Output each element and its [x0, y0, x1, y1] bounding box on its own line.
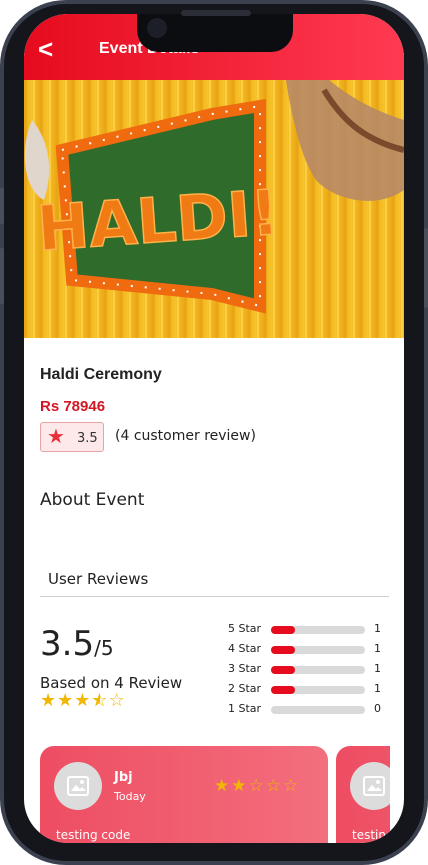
rating-bar-track: [271, 666, 365, 674]
rating-bar-row: 5 Star 1: [228, 620, 388, 640]
rating-bar-track: [271, 706, 365, 714]
camera: [147, 18, 167, 38]
rating-bar-fill: [271, 686, 295, 694]
rating-bar-label: 2 Star: [228, 682, 262, 695]
review-cards[interactable]: Jbj Today ★★☆☆☆ testing code testin: [40, 746, 390, 843]
rating-bar-row: 2 Star 1: [228, 680, 388, 700]
average-scale: /5: [94, 636, 114, 660]
rating-badge: ★ 3.5: [40, 422, 104, 452]
phone-frame: < Event Details: [0, 0, 428, 865]
rating-bar-track: [271, 686, 365, 694]
rating-bar-row: 4 Star 1: [228, 640, 388, 660]
star-icon: ★: [57, 690, 75, 711]
half-star-icon: ☆★: [91, 690, 109, 711]
divider: [40, 596, 389, 597]
review-count: (4 customer review): [115, 428, 256, 444]
phone-notch: [137, 10, 293, 52]
rating-bar-label: 5 Star: [228, 622, 262, 635]
star-icon: ★: [231, 776, 249, 796]
rating-bar-track: [271, 626, 365, 634]
star-icon: ★: [47, 424, 65, 448]
about-heading: About Event: [40, 490, 145, 510]
review-text: testing code: [56, 828, 131, 842]
rating-bar-count: 1: [374, 682, 381, 695]
rating-bar-fill: [271, 646, 295, 654]
side-button: [424, 228, 428, 308]
star-outline-icon: ☆: [108, 690, 126, 711]
avatar: [54, 762, 102, 810]
event-title: Haldi Ceremony: [40, 366, 162, 383]
star-icon: ★: [40, 690, 58, 711]
star-icon: ★: [214, 776, 232, 796]
rating-bar-row: 1 Star 0: [228, 700, 388, 720]
side-button: [0, 248, 4, 304]
rating-bar-fill: [271, 666, 295, 674]
event-price: Rs 78946: [40, 398, 106, 415]
rating-bar-fill: [271, 626, 295, 634]
review-date: Today: [114, 790, 146, 803]
rating-bar-count: 0: [374, 702, 381, 715]
side-button: [0, 188, 4, 224]
reviewer-name: Jbj: [114, 770, 133, 785]
speaker: [181, 10, 251, 16]
star-outline-icon: ☆: [283, 776, 301, 796]
user-reviews-heading: User Reviews: [48, 570, 149, 588]
rating-bar-count: 1: [374, 642, 381, 655]
star-outline-icon: ☆: [265, 776, 283, 796]
review-card[interactable]: Jbj Today ★★☆☆☆ testing code: [40, 746, 328, 843]
app-screen: < Event Details: [24, 14, 404, 843]
rating-value: 3.5: [77, 431, 98, 446]
rating-bar-label: 1 Star: [228, 702, 262, 715]
star-icon: ★: [74, 690, 92, 711]
review-card[interactable]: testin: [336, 746, 390, 843]
star-outline-icon: ☆: [248, 776, 266, 796]
average-value: 3.5: [40, 624, 95, 664]
rating-bar-count: 1: [374, 622, 381, 635]
rating-bar-label: 4 Star: [228, 642, 262, 655]
back-arrow-icon[interactable]: <: [38, 36, 53, 62]
average-rating: 3.5/5: [40, 624, 114, 664]
event-hero-image: HALDI!: [24, 80, 404, 338]
review-text: testin: [352, 828, 386, 842]
average-stars: ★★★☆★☆: [40, 692, 126, 710]
avatar: [350, 762, 390, 810]
rating-bar-count: 1: [374, 662, 381, 675]
review-stars: ★★☆☆☆: [214, 778, 300, 795]
rating-bar-row: 3 Star 1: [228, 660, 388, 680]
rating-bar-label: 3 Star: [228, 662, 262, 675]
rating-bar-track: [271, 646, 365, 654]
